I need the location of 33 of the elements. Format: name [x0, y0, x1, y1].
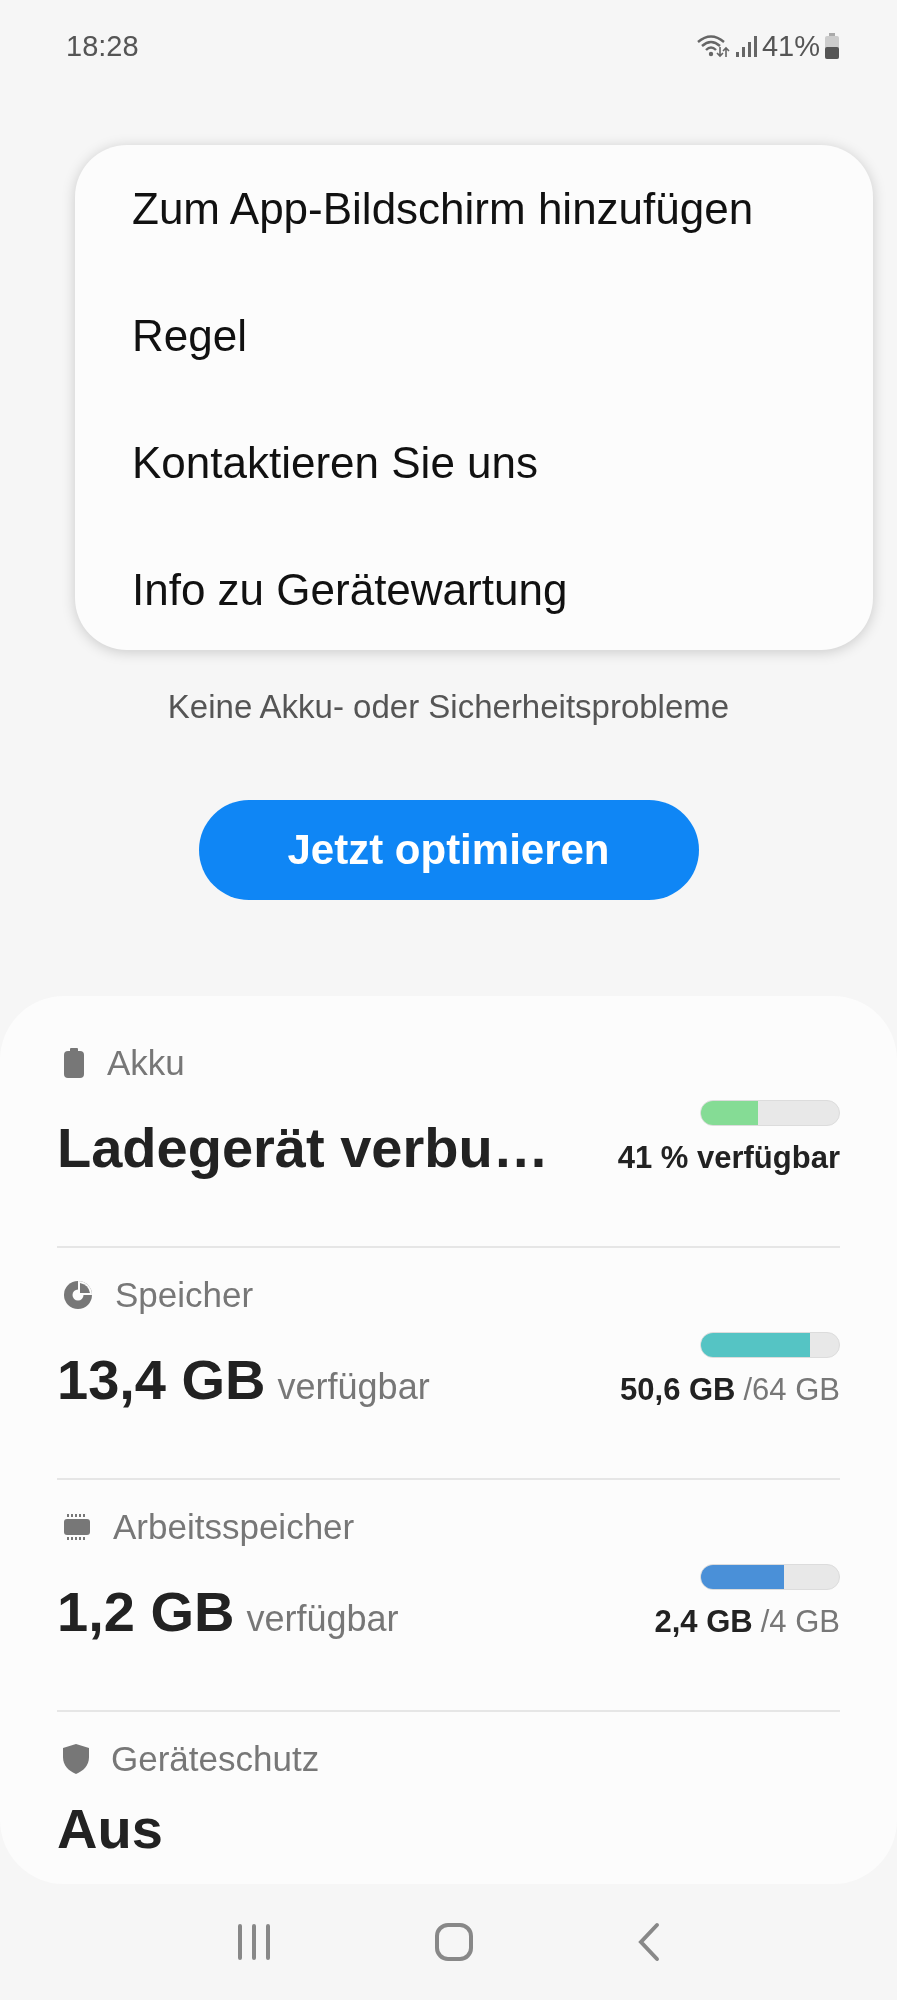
section-value: 13,4 GB	[57, 1347, 266, 1412]
total-amount: /4 GB	[760, 1604, 840, 1640]
section-label: Speicher	[115, 1275, 254, 1315]
signal-icon	[734, 34, 757, 58]
shield-icon	[63, 1744, 89, 1774]
home-icon[interactable]	[433, 1921, 474, 1962]
section-value: 1,2 GB	[57, 1579, 235, 1644]
value-unit: verfügbar	[246, 1598, 399, 1640]
value-unit: verfügbar	[277, 1366, 430, 1408]
section-label: Geräteschutz	[111, 1739, 320, 1779]
menu-item[interactable]: Zum App-Bildschirm hinzufügen	[132, 145, 873, 272]
status-time: 18:28	[66, 29, 139, 63]
memory-chip-icon	[63, 1514, 91, 1540]
total-amount: /64 GB	[743, 1372, 840, 1408]
used-amount: 50,6 GB	[620, 1372, 736, 1408]
section-value: Aus	[57, 1796, 163, 1861]
status-message: Keine Akku- oder Sicherheitsprobleme	[166, 688, 731, 726]
battery-icon	[63, 1048, 85, 1078]
section-label: Akku	[107, 1043, 185, 1083]
section-value: Ladegerät verbu…	[57, 1115, 549, 1180]
optimize-button[interactable]: Jetzt optimieren	[198, 800, 699, 900]
menu-item[interactable]: Info zu Gerätewartung	[132, 526, 873, 653]
back-icon[interactable]	[636, 1921, 661, 1962]
used-amount: 2,4 GB	[654, 1604, 753, 1640]
menu-item[interactable]: Regel	[132, 272, 873, 399]
battery-icon	[825, 33, 839, 59]
section-label: Arbeitsspeicher	[113, 1507, 355, 1547]
wifi-icon	[695, 33, 730, 59]
recent-apps-icon[interactable]	[236, 1923, 271, 1960]
battery-percent: 41%	[761, 29, 820, 63]
menu-item[interactable]: Kontaktieren Sie uns	[132, 399, 873, 526]
usage-reading: 41 % verfügbar	[617, 1140, 840, 1176]
pie-chart-icon	[63, 1280, 93, 1310]
